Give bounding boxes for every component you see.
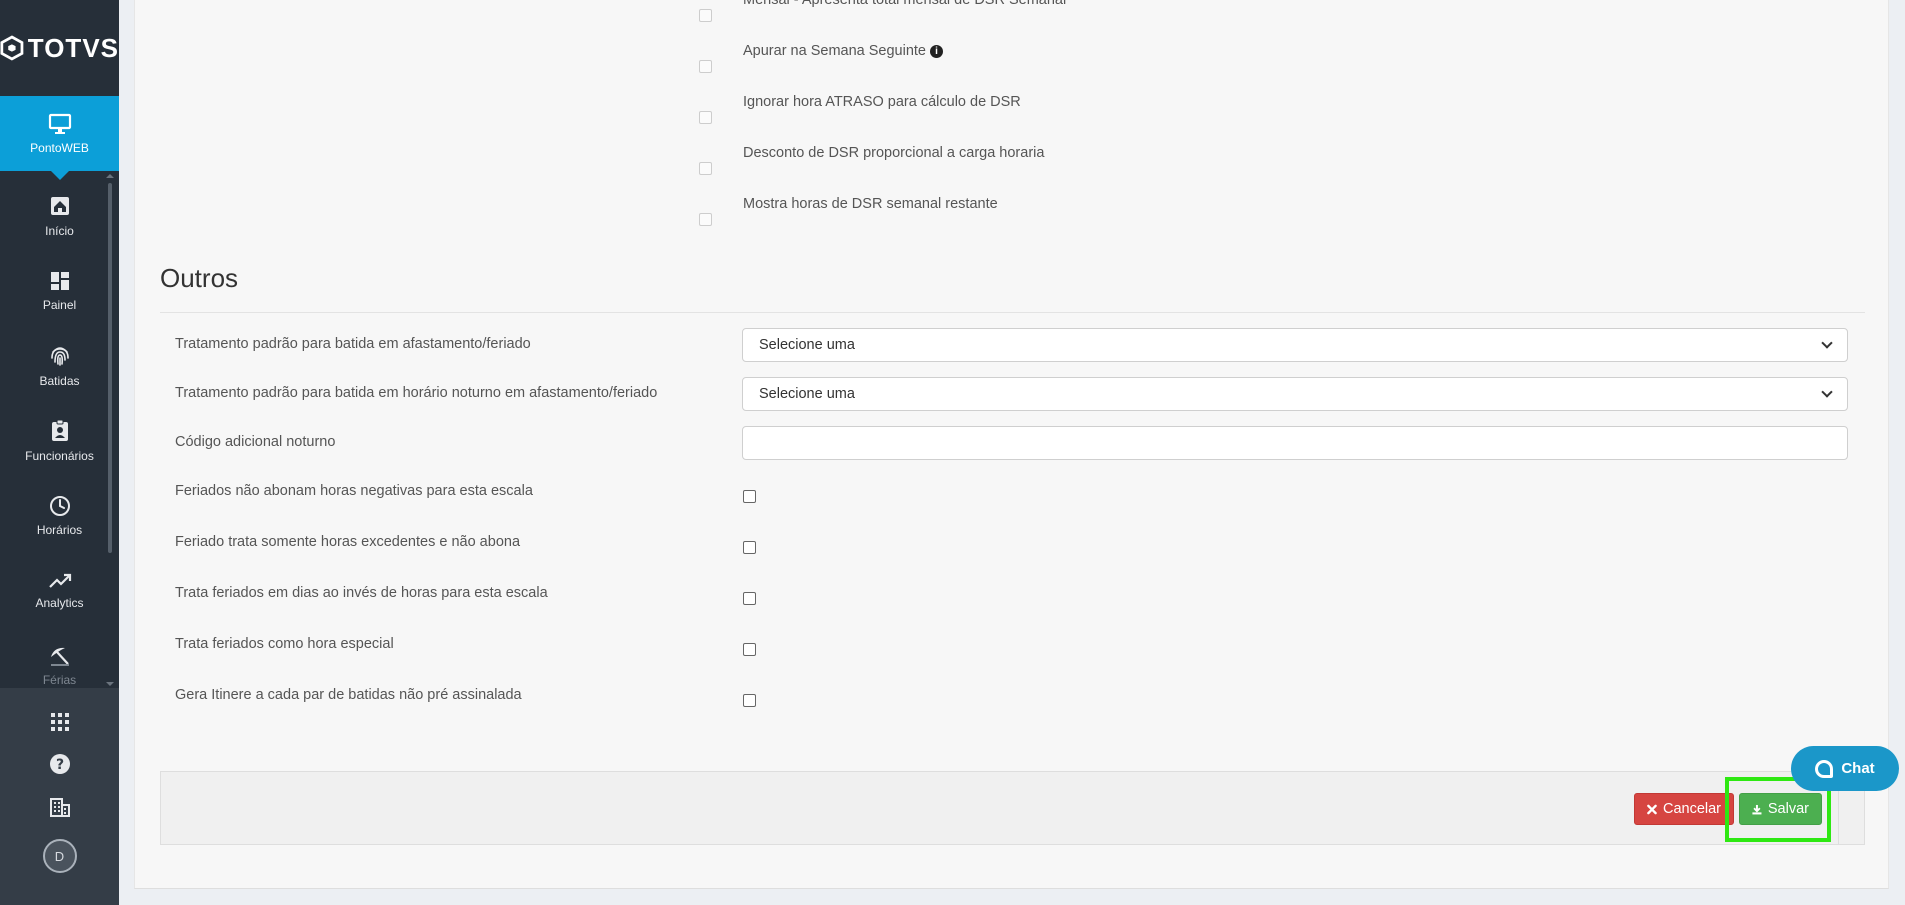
field-label: Código adicional noturno xyxy=(175,434,336,450)
nav-label-pontoweb: PontoWEB xyxy=(30,140,89,155)
codigo-adicional-input[interactable] xyxy=(742,426,1848,460)
select-value: Selecione uma xyxy=(759,337,855,353)
field-label: Tratamento padrão para batida em horário… xyxy=(175,385,658,401)
dsr-option-ignorar-atraso: Ignorar hora ATRASO para cálculo de DSR xyxy=(135,94,1335,124)
nav-item-batidas[interactable]: Batidas xyxy=(0,328,119,403)
dsr-mostra-restante-checkbox[interactable] xyxy=(699,213,712,226)
field-label: Feriado trata somente horas excedentes e… xyxy=(175,534,521,550)
dsr-semana-seguinte-label: Apurar na Semana Seguinte i xyxy=(743,43,943,59)
section-divider xyxy=(160,312,1865,313)
totvs-logo[interactable]: TOTVS xyxy=(0,0,119,96)
download-icon xyxy=(1752,804,1762,814)
chat-label: Chat xyxy=(1841,760,1875,777)
dsr-option-mensal: Mensal - Apresenta total mensal de DSR S… xyxy=(135,0,1335,22)
field-label: Gera Itinere a cada par de batidas não p… xyxy=(175,687,522,703)
dsr-ignorar-atraso-checkbox[interactable] xyxy=(699,111,712,124)
main-panel: Mensal - Apresenta total mensal de DSR S… xyxy=(134,0,1889,889)
badge-icon xyxy=(51,419,68,441)
beach-umbrella-icon xyxy=(50,647,69,666)
form-actions-bar xyxy=(160,771,1865,845)
nav-label-funcionarios: Funcionários xyxy=(25,448,94,463)
dashboard-icon xyxy=(50,271,69,290)
gera-itinere-checkbox[interactable] xyxy=(743,694,756,707)
dsr-option-mostra-restante: Mostra horas de DSR semanal restante xyxy=(135,196,1335,226)
nav-item-pontoweb[interactable]: PontoWEB xyxy=(0,96,119,180)
apps-grid-icon[interactable] xyxy=(50,713,69,731)
scroll-down-arrow[interactable] xyxy=(106,682,114,686)
dsr-desconto-label: Desconto de DSR proporcional a carga hor… xyxy=(743,145,1045,161)
building-icon[interactable] xyxy=(49,797,71,817)
nav-item-analytics[interactable]: Analytics xyxy=(0,553,119,628)
nav-list: Início Painel Batidas Funcionários Horár… xyxy=(0,178,119,688)
nav-label-horarios: Horários xyxy=(36,522,83,537)
feriado-excedentes-checkbox[interactable] xyxy=(743,541,756,554)
nav-label-analytics: Analytics xyxy=(35,595,84,610)
section-title-outros: Outros xyxy=(160,263,239,293)
tratamento-afastamento-select[interactable]: Selecione uma xyxy=(742,328,1848,362)
scroll-up-arrow[interactable] xyxy=(106,174,114,178)
field-label: Feriados não abonam horas negativas para… xyxy=(175,483,533,499)
nav-label-batidas: Batidas xyxy=(39,373,80,388)
dsr-mensal-label: Mensal - Apresenta total mensal de DSR S… xyxy=(743,0,1067,8)
nav-item-inicio[interactable]: Início xyxy=(0,178,119,253)
nav-label-ferias: Férias xyxy=(42,672,77,687)
dsr-mensal-checkbox[interactable] xyxy=(699,9,712,22)
dsr-mostra-restante-label: Mostra horas de DSR semanal restante xyxy=(743,196,998,212)
tratamento-noturno-select[interactable]: Selecione uma xyxy=(742,377,1848,411)
dsr-semana-seguinte-text: Apurar na Semana Seguinte xyxy=(743,43,926,59)
cancel-button[interactable]: Cancelar xyxy=(1634,793,1734,825)
feriados-nao-abonam-checkbox[interactable] xyxy=(743,490,756,503)
feriados-dias-checkbox[interactable] xyxy=(743,592,756,605)
nav-label-painel: Painel xyxy=(42,297,77,312)
chevron-down-icon xyxy=(1821,336,1833,349)
chevron-down-icon xyxy=(1821,385,1833,398)
dsr-option-desconto: Desconto de DSR proporcional a carga hor… xyxy=(135,145,1335,175)
dsr-semana-seguinte-checkbox[interactable] xyxy=(699,60,712,73)
trending-up-icon xyxy=(48,573,71,588)
nav-item-horarios[interactable]: Horários xyxy=(0,478,119,553)
cancel-button-label: Cancelar xyxy=(1662,801,1721,817)
nav-item-funcionarios[interactable]: Funcionários xyxy=(0,403,119,478)
user-avatar[interactable]: D xyxy=(42,839,77,873)
select-value: Selecione uma xyxy=(759,386,855,402)
save-button[interactable]: Salvar xyxy=(1739,793,1822,825)
field-label: Trata feriados como hora especial xyxy=(175,636,394,652)
sidebar-scrollbar[interactable] xyxy=(108,183,112,553)
dsr-option-semana-seguinte: Apurar na Semana Seguinte i xyxy=(135,43,1335,73)
close-icon xyxy=(1647,804,1657,814)
nav-item-painel[interactable]: Painel xyxy=(0,253,119,328)
monitor-icon xyxy=(48,113,71,134)
field-label: Tratamento padrão para batida em afastam… xyxy=(175,336,531,352)
fingerprint-icon xyxy=(50,346,69,366)
nav-label-inicio: Início xyxy=(45,223,74,238)
field-label: Trata feriados em dias ao invés de horas… xyxy=(175,585,548,601)
logo-text: TOTVS xyxy=(27,32,119,63)
chat-widget-button[interactable]: Chat xyxy=(1791,746,1899,791)
chat-bubble-icon xyxy=(1815,759,1834,778)
feriados-especial-checkbox[interactable] xyxy=(743,643,756,656)
info-icon[interactable]: i xyxy=(930,45,943,58)
totvs-logo-icon xyxy=(0,35,24,61)
sidebar-bottom: ? D xyxy=(0,688,119,905)
help-icon[interactable]: ? xyxy=(49,753,71,775)
save-button-label: Salvar xyxy=(1767,801,1809,817)
svg-text:?: ? xyxy=(55,757,63,773)
home-icon xyxy=(50,196,69,215)
nav-item-ferias[interactable]: Férias xyxy=(0,628,119,688)
dsr-desconto-checkbox[interactable] xyxy=(699,162,712,175)
sidebar: TOTVS PontoWEB Início Painel Batidas Fun… xyxy=(0,0,119,905)
clock-icon xyxy=(49,495,70,516)
dsr-ignorar-atraso-label: Ignorar hora ATRASO para cálculo de DSR xyxy=(743,94,1021,110)
